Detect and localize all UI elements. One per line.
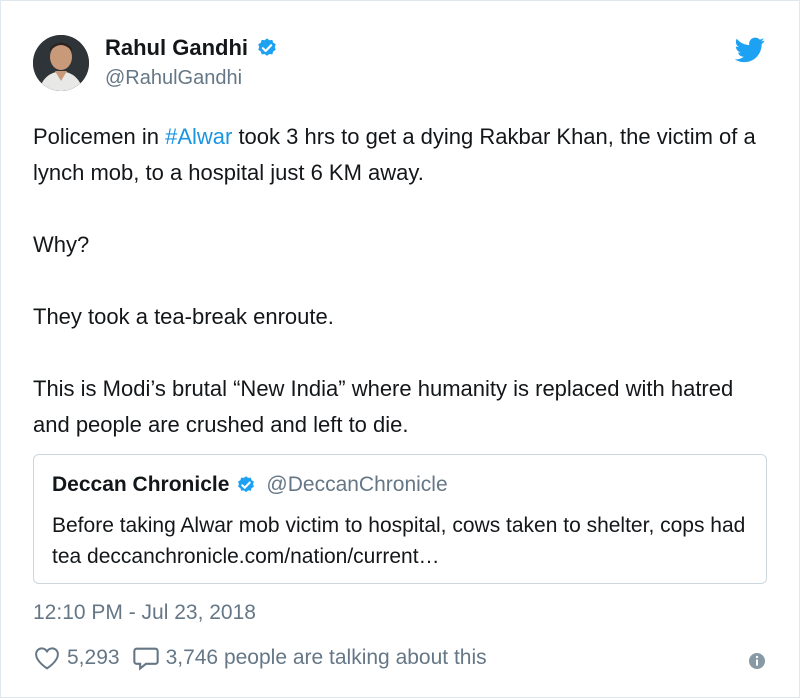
info-icon[interactable] (747, 651, 767, 671)
tweet-text-segment: Policemen in (33, 124, 166, 149)
reply-bubble-icon[interactable] (132, 645, 160, 671)
verified-badge-icon (238, 476, 255, 493)
talking-count[interactable]: 3,746 people are talking about this (166, 646, 487, 670)
like-count[interactable]: 5,293 (67, 646, 120, 670)
quoted-tweet[interactable]: Deccan Chronicle @DeccanChronicle Before… (33, 454, 767, 584)
tweet-timestamp[interactable]: 12:10 PM - Jul 23, 2018 (33, 601, 256, 625)
avatar[interactable] (33, 35, 89, 91)
verified-badge-icon (258, 38, 276, 56)
quoted-handle: @DeccanChronicle (266, 473, 448, 496)
tweet-paragraph-4: This is Modi’s brutal “New India” where … (33, 376, 734, 437)
quoted-tweet-header: Deccan Chronicle @DeccanChronicle (52, 473, 448, 497)
tweet-actions: 5,293 3,746 people are talking about thi… (33, 645, 487, 671)
hashtag-link[interactable]: #Alwar (165, 124, 232, 149)
twitter-bird-icon[interactable] (735, 37, 765, 63)
tweet-text: Policemen in #Alwar took 3 hrs to get a … (33, 119, 773, 443)
author-name-row: Rahul Gandhi (105, 35, 278, 61)
quoted-tweet-text: Before taking Alwar mob victim to hospit… (52, 514, 746, 568)
avatar-image (33, 35, 89, 91)
tweet-paragraph-1: Policemen in #Alwar took 3 hrs to get a … (33, 119, 773, 191)
tweet-paragraph-3: They took a tea-break enroute. (33, 304, 334, 329)
author-handle[interactable]: @RahulGandhi (105, 67, 242, 90)
tweet-paragraph-2: Why? (33, 232, 90, 257)
quoted-display-name: Deccan Chronicle (52, 473, 230, 496)
like-heart-icon[interactable] (33, 646, 61, 670)
author-display-name[interactable]: Rahul Gandhi (105, 35, 248, 61)
tweet-card: Rahul Gandhi @RahulGandhi Policemen in #… (0, 0, 800, 698)
